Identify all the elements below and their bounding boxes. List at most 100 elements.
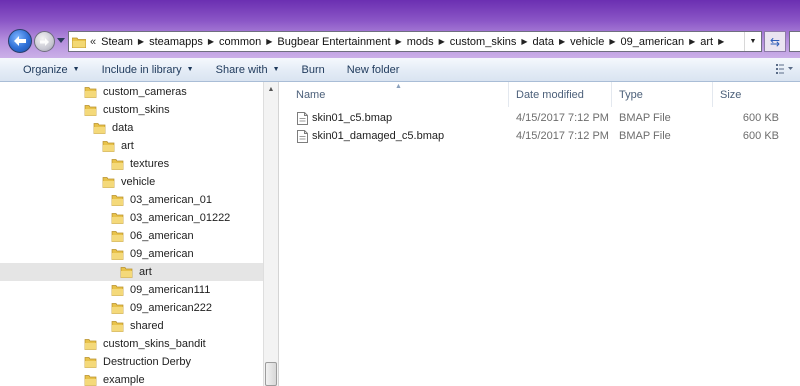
- folder-icon: [102, 141, 115, 152]
- breadcrumb-item[interactable]: Bugbear Entertainment ▶: [273, 36, 402, 48]
- chevron-right-icon[interactable]: ▶: [207, 37, 215, 46]
- chevron-right-icon[interactable]: ▶: [395, 37, 403, 46]
- refresh-button[interactable]: ⇆: [764, 31, 786, 52]
- breadcrumb-item[interactable]: common ▶: [215, 36, 273, 48]
- recent-pages-dropdown-icon[interactable]: [57, 38, 65, 44]
- tree-item-label: custom_skins_bandit: [103, 338, 206, 350]
- file-size: 600 KB: [742, 112, 779, 124]
- include-in-library-button[interactable]: Include in library ▼: [91, 64, 205, 76]
- scrollbar-thumb[interactable]: [265, 362, 277, 386]
- tree-item[interactable]: art: [0, 263, 263, 281]
- tree-item[interactable]: custom_cameras: [0, 83, 263, 101]
- breadcrumb-label: vehicle: [570, 35, 605, 48]
- breadcrumb-item[interactable]: custom_skins ▶: [446, 36, 529, 48]
- breadcrumb-item[interactable]: steamapps ▶: [145, 36, 215, 48]
- folder-icon: [120, 267, 133, 278]
- search-input[interactable]: [789, 31, 800, 52]
- command-bar: Organize ▼ Include in library ▼ Share wi…: [0, 58, 800, 82]
- share-with-label: Share with: [215, 63, 268, 76]
- burn-button[interactable]: Burn: [291, 64, 336, 76]
- back-arrow-icon: [14, 36, 26, 46]
- breadcrumb: Steam ▶ steamapps ▶ common ▶ Bugbear Entertain…: [97, 36, 725, 48]
- tree-item[interactable]: vehicle: [0, 173, 263, 191]
- breadcrumb-item[interactable]: art ▶: [696, 36, 725, 48]
- forward-arrow-icon: [40, 37, 49, 46]
- folder-icon: [84, 339, 97, 350]
- tree-item[interactable]: shared: [0, 317, 263, 335]
- breadcrumb-item[interactable]: Steam ▶: [97, 36, 145, 48]
- tree-item[interactable]: 03_american_01222: [0, 209, 263, 227]
- new-folder-label: New folder: [346, 63, 400, 76]
- file-icon: [297, 112, 308, 125]
- address-bar[interactable]: « Steam ▶ steamapps ▶ common ▶ Bugbear Enterta…: [68, 31, 762, 52]
- change-view-button[interactable]: [776, 63, 794, 75]
- column-header-size[interactable]: Size: [713, 82, 800, 107]
- tree-item[interactable]: 03_american_01: [0, 191, 263, 209]
- breadcrumb-label: Bugbear Entertainment: [277, 35, 391, 48]
- burn-label: Burn: [301, 63, 325, 76]
- chevron-right-icon[interactable]: ▶: [688, 37, 696, 46]
- folder-icon: [111, 285, 124, 296]
- address-history-button[interactable]: ▼: [744, 32, 761, 51]
- breadcrumb-label: art: [700, 35, 714, 48]
- tree-item[interactable]: custom_skins_bandit: [0, 335, 263, 353]
- tree-item[interactable]: textures: [0, 155, 263, 173]
- tree-item[interactable]: 06_american: [0, 227, 263, 245]
- tree-item[interactable]: 09_american: [0, 245, 263, 263]
- file-type: BMAP File: [619, 112, 671, 124]
- back-button[interactable]: [8, 29, 32, 53]
- tree-item[interactable]: art: [0, 137, 263, 155]
- tree-item[interactable]: example: [0, 371, 263, 386]
- column-header-type[interactable]: Type: [612, 82, 713, 107]
- tree-item[interactable]: 09_american111: [0, 281, 263, 299]
- column-header-name[interactable]: Name ▲: [279, 82, 509, 107]
- file-date-modified: 4/15/2017 7:12 PM: [516, 112, 609, 124]
- folder-icon: [84, 87, 97, 98]
- chevron-right-icon[interactable]: ▶: [137, 37, 145, 46]
- column-header-date-modified[interactable]: Date modified: [509, 82, 612, 107]
- breadcrumb-item[interactable]: vehicle ▶: [566, 36, 616, 48]
- breadcrumb-item[interactable]: 09_american ▶: [617, 36, 697, 48]
- new-folder-button[interactable]: New folder: [336, 64, 411, 76]
- folder-icon: [111, 195, 124, 206]
- navigation-scrollbar[interactable]: ▲: [263, 82, 278, 386]
- file-row[interactable]: skin01_damaged_c5.bmap 4/15/2017 7:12 PM B…: [279, 127, 800, 145]
- breadcrumb-overflow[interactable]: «: [90, 36, 96, 48]
- file-size: 600 KB: [742, 130, 779, 142]
- tree-item-label: 09_american222: [130, 302, 212, 314]
- tree-item-label: art: [139, 266, 152, 278]
- breadcrumb-label: data: [532, 35, 554, 48]
- chevron-right-icon[interactable]: ▶: [265, 37, 273, 46]
- breadcrumb-label: Steam: [101, 35, 133, 48]
- views-icon: [776, 64, 793, 74]
- file-row[interactable]: skin01_c5.bmap 4/15/2017 7:12 PM BMAP File…: [279, 109, 800, 127]
- navigation-pane: custom_cameras custom_skins data art texture…: [0, 82, 263, 386]
- column-name-label: Name: [296, 88, 326, 101]
- tree-item-label: Destruction Derby: [103, 356, 192, 368]
- organize-button[interactable]: Organize ▼: [12, 64, 91, 76]
- tree-item-label: vehicle: [121, 176, 156, 188]
- breadcrumb-item[interactable]: data ▶: [529, 36, 567, 48]
- tree-item[interactable]: 09_american222: [0, 299, 263, 317]
- scroll-up-icon[interactable]: ▲: [264, 82, 278, 97]
- share-with-button[interactable]: Share with ▼: [205, 64, 291, 76]
- folder-icon: [111, 213, 124, 224]
- breadcrumb-label: steamapps: [149, 35, 203, 48]
- folder-icon: [93, 123, 106, 134]
- breadcrumb-item[interactable]: mods ▶: [403, 36, 446, 48]
- organize-label: Organize: [23, 63, 68, 76]
- folder-icon: [84, 357, 97, 368]
- folder-icon: [102, 177, 115, 188]
- chevron-right-icon[interactable]: ▶: [520, 37, 528, 46]
- tree-item[interactable]: Destruction Derby: [0, 353, 263, 371]
- chevron-right-icon[interactable]: ▶: [608, 37, 616, 46]
- folder-icon: [111, 303, 124, 314]
- chevron-right-icon[interactable]: ▶: [558, 37, 566, 46]
- forward-button[interactable]: [34, 31, 55, 52]
- chevron-right-icon[interactable]: ▶: [438, 37, 446, 46]
- tree-item[interactable]: custom_skins: [0, 101, 263, 119]
- chevron-right-icon[interactable]: ▶: [717, 37, 725, 46]
- tree-item-label: example: [103, 374, 145, 386]
- tree-item[interactable]: data: [0, 119, 263, 137]
- folder-icon: [84, 375, 97, 386]
